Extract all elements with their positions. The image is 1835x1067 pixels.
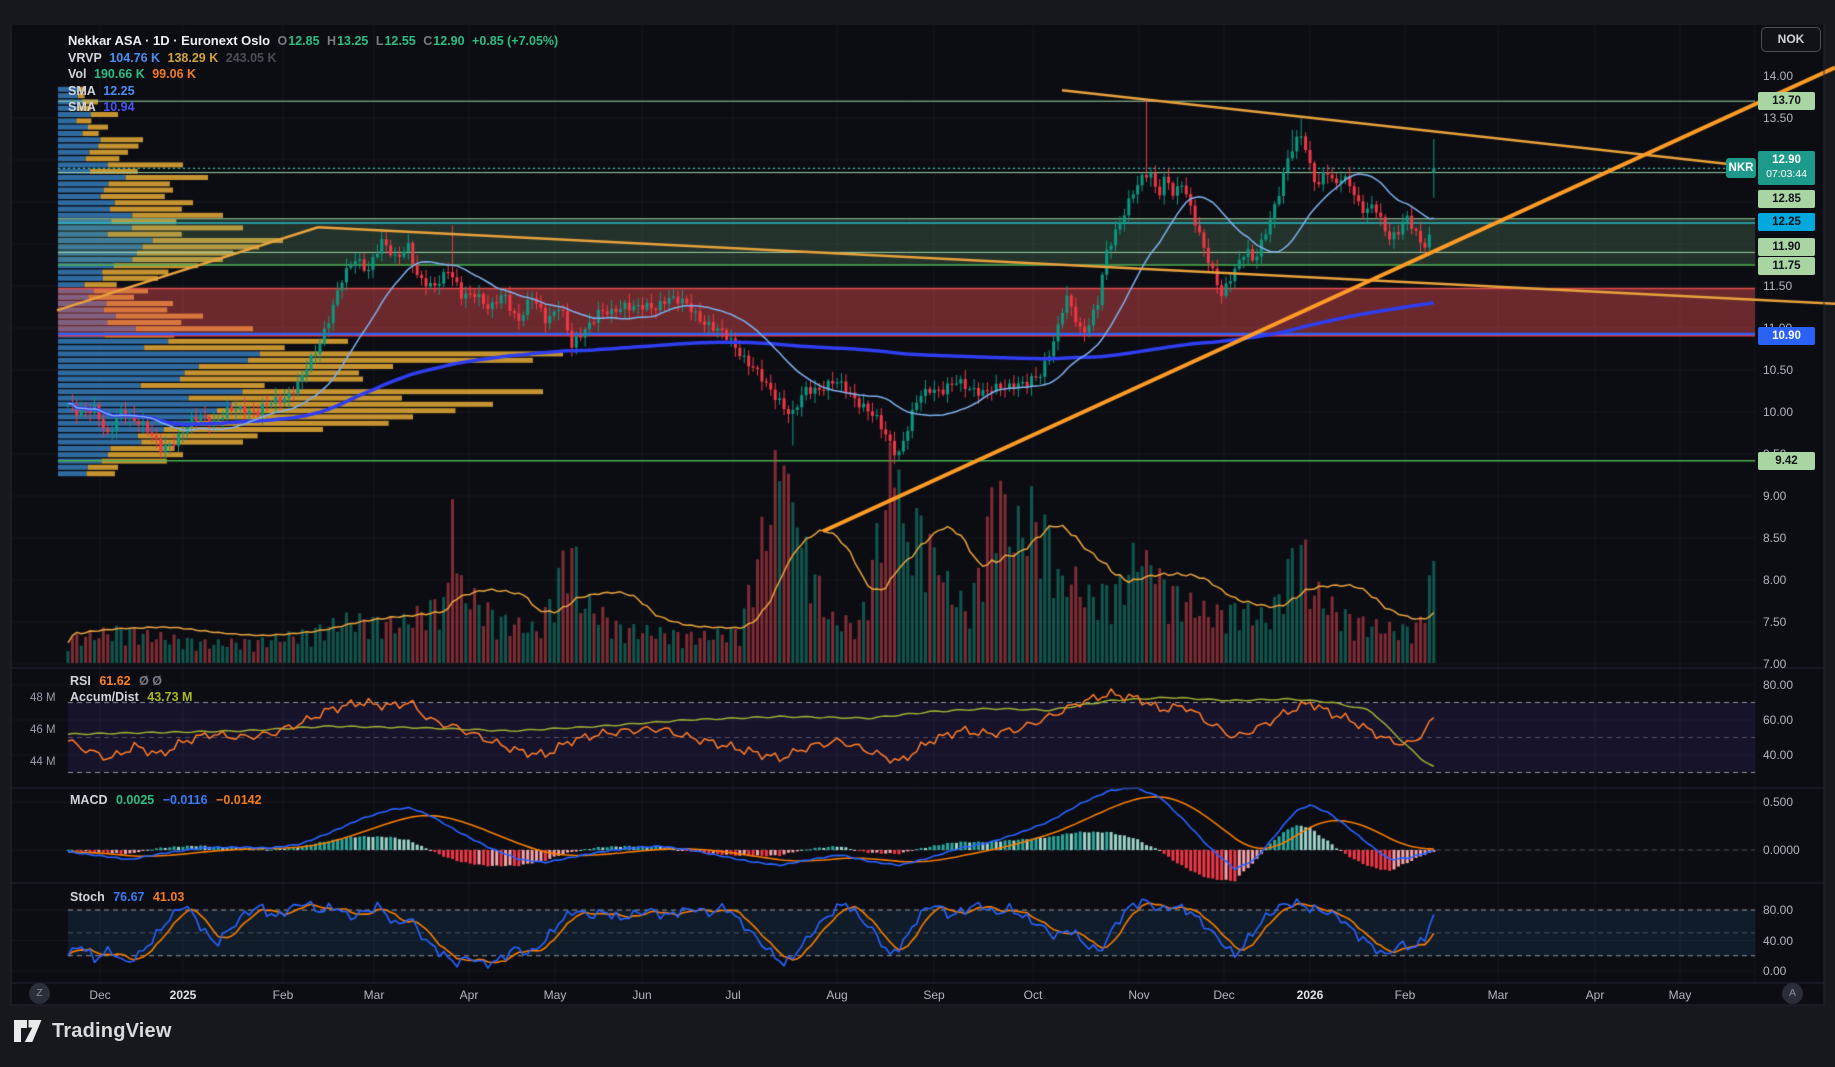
stoch-legend-row[interactable]: Stoch 76.67 41.03 bbox=[70, 890, 189, 904]
time-axis-label: Feb bbox=[1395, 988, 1416, 1002]
close-label: C bbox=[423, 34, 432, 48]
chart-canvas[interactable] bbox=[0, 0, 1835, 1067]
volume-label: Vol bbox=[68, 67, 87, 81]
main-legend: Nekkar ASA · 1D · Euronext Oslo O12.85 H… bbox=[68, 33, 562, 116]
price-badge: 12.85 bbox=[1758, 190, 1815, 208]
rsi-label: RSI bbox=[70, 674, 91, 688]
macd-axis-label: 0.500 bbox=[1763, 795, 1793, 809]
accum-dist-value: 43.73 M bbox=[147, 690, 192, 704]
symbol-title: Nekkar ASA · 1D · Euronext Oslo bbox=[68, 33, 270, 48]
time-axis-label: Apr bbox=[460, 988, 479, 1002]
vrvp-value-3: 243.05 K bbox=[226, 51, 277, 65]
stoch-axis-label: 0.00 bbox=[1763, 964, 1786, 978]
macd-hist-value: 0.0025 bbox=[116, 793, 154, 807]
tradingview-logo[interactable]: TradingView bbox=[13, 1018, 172, 1044]
price-badge: 11.90 bbox=[1758, 238, 1815, 256]
rsi-hidden-values: Ø Ø bbox=[139, 674, 162, 688]
symbol-tag-badge: NKR bbox=[1726, 158, 1756, 178]
time-axis-label: Jun bbox=[632, 988, 651, 1002]
change-value: +0.85 (+7.05%) bbox=[472, 34, 558, 48]
volume-ma-value: 99.06 K bbox=[152, 67, 196, 81]
symbol-legend-row[interactable]: Nekkar ASA · 1D · Euronext Oslo O12.85 H… bbox=[68, 33, 562, 50]
auto-scale-button[interactable]: A bbox=[1782, 983, 1803, 1004]
time-axis-label: Dec bbox=[1213, 988, 1234, 1002]
timezone-button[interactable]: Z bbox=[29, 983, 50, 1004]
currency-button[interactable]: NOK bbox=[1761, 27, 1821, 52]
accum-dist-axis-label: 48 M bbox=[30, 692, 64, 704]
price-badge: 13.70 bbox=[1758, 92, 1815, 110]
time-axis-label: Feb bbox=[273, 988, 294, 1002]
rsi-axis-label: 60.00 bbox=[1763, 713, 1793, 727]
rsi-legend-row[interactable]: RSI 61.62 Ø Ø bbox=[70, 674, 167, 688]
volume-value: 190.66 K bbox=[94, 67, 145, 81]
price-badge: 10.90 bbox=[1758, 327, 1815, 345]
open-label: O bbox=[278, 34, 288, 48]
sma-slow-value: 10.94 bbox=[103, 100, 134, 114]
price-badge: 9.42 bbox=[1758, 452, 1815, 470]
rsi-value: 61.62 bbox=[99, 674, 130, 688]
low-label: L bbox=[376, 34, 384, 48]
open-value: 12.85 bbox=[288, 34, 319, 48]
tradingview-chart-app: { "attribution": "savepiginvest created … bbox=[0, 0, 1835, 1067]
accum-dist-axis-label: 46 M bbox=[30, 724, 64, 736]
sma-fast-legend-row[interactable]: SMA 12.25 bbox=[68, 83, 562, 100]
stoch-label: Stoch bbox=[70, 890, 105, 904]
price-badge: 11.75 bbox=[1758, 257, 1815, 275]
sma-fast-label: SMA bbox=[68, 84, 96, 98]
volume-legend-row[interactable]: Vol 190.66 K 99.06 K bbox=[68, 66, 562, 83]
macd-signal-value: −0.0142 bbox=[216, 793, 262, 807]
macd-line-value: −0.0116 bbox=[163, 793, 208, 807]
time-axis-label: Jul bbox=[725, 988, 740, 1002]
rsi-axis-label: 40.00 bbox=[1763, 748, 1793, 762]
sma-slow-legend-row[interactable]: SMA 10.94 bbox=[68, 99, 562, 116]
accum-dist-label: Accum/Dist bbox=[70, 690, 139, 704]
time-axis-label: Sep bbox=[923, 988, 944, 1002]
price-axis-label: 8.00 bbox=[1763, 573, 1786, 587]
low-value: 12.55 bbox=[384, 34, 415, 48]
close-value: 12.90 bbox=[433, 34, 464, 48]
high-value: 13.25 bbox=[337, 34, 368, 48]
macd-label: MACD bbox=[70, 793, 108, 807]
rsi-axis-label: 80.00 bbox=[1763, 678, 1793, 692]
macd-legend-row[interactable]: MACD 0.0025 −0.0116 −0.0142 bbox=[70, 793, 267, 807]
time-axis-label: 2026 bbox=[1297, 988, 1324, 1002]
time-axis-label: Mar bbox=[1488, 988, 1509, 1002]
stoch-axis-label: 40.00 bbox=[1763, 934, 1793, 948]
macd-axis-label: 0.0000 bbox=[1763, 843, 1800, 857]
time-axis-label: Apr bbox=[1586, 988, 1605, 1002]
accum-dist-axis-label: 44 M bbox=[30, 756, 64, 768]
price-axis-label: 13.50 bbox=[1763, 111, 1793, 125]
stoch-axis-label: 80.00 bbox=[1763, 903, 1793, 917]
price-axis-label: 9.00 bbox=[1763, 489, 1786, 503]
accum-dist-legend-row[interactable]: Accum/Dist 43.73 M bbox=[70, 690, 197, 704]
stoch-d-value: 41.03 bbox=[153, 890, 184, 904]
sma-slow-label: SMA bbox=[68, 100, 96, 114]
price-axis-label: 7.00 bbox=[1763, 657, 1786, 671]
price-axis-label: 10.50 bbox=[1763, 363, 1793, 377]
price-axis-label: 14.00 bbox=[1763, 69, 1793, 83]
sma-fast-value: 12.25 bbox=[103, 84, 134, 98]
time-axis-label: 2025 bbox=[170, 988, 197, 1002]
time-axis-label: Aug bbox=[826, 988, 847, 1002]
vrvp-legend-row[interactable]: VRVP 104.76 K 138.29 K 243.05 K bbox=[68, 50, 562, 67]
high-label: H bbox=[327, 34, 336, 48]
vrvp-label: VRVP bbox=[68, 51, 102, 65]
time-axis-label: Oct bbox=[1024, 988, 1043, 1002]
price-badge: 12.9007:03:44 bbox=[1758, 151, 1815, 185]
time-axis-label: Mar bbox=[364, 988, 385, 1002]
price-axis-label: 7.50 bbox=[1763, 615, 1786, 629]
time-axis-label: Nov bbox=[1128, 988, 1149, 1002]
tradingview-logo-icon bbox=[13, 1018, 43, 1044]
price-axis-label: 8.50 bbox=[1763, 531, 1786, 545]
time-axis-label: Dec bbox=[89, 988, 110, 1002]
tradingview-wordmark: TradingView bbox=[52, 1020, 172, 1043]
time-axis-label: May bbox=[544, 988, 567, 1002]
time-axis-label: May bbox=[1669, 988, 1692, 1002]
price-axis-label: 10.00 bbox=[1763, 405, 1793, 419]
vrvp-value-1: 104.76 K bbox=[109, 51, 160, 65]
stoch-k-value: 76.67 bbox=[113, 890, 144, 904]
price-badge: 12.25 bbox=[1758, 213, 1815, 231]
price-axis-label: 11.50 bbox=[1763, 279, 1792, 293]
vrvp-value-2: 138.29 K bbox=[168, 51, 219, 65]
